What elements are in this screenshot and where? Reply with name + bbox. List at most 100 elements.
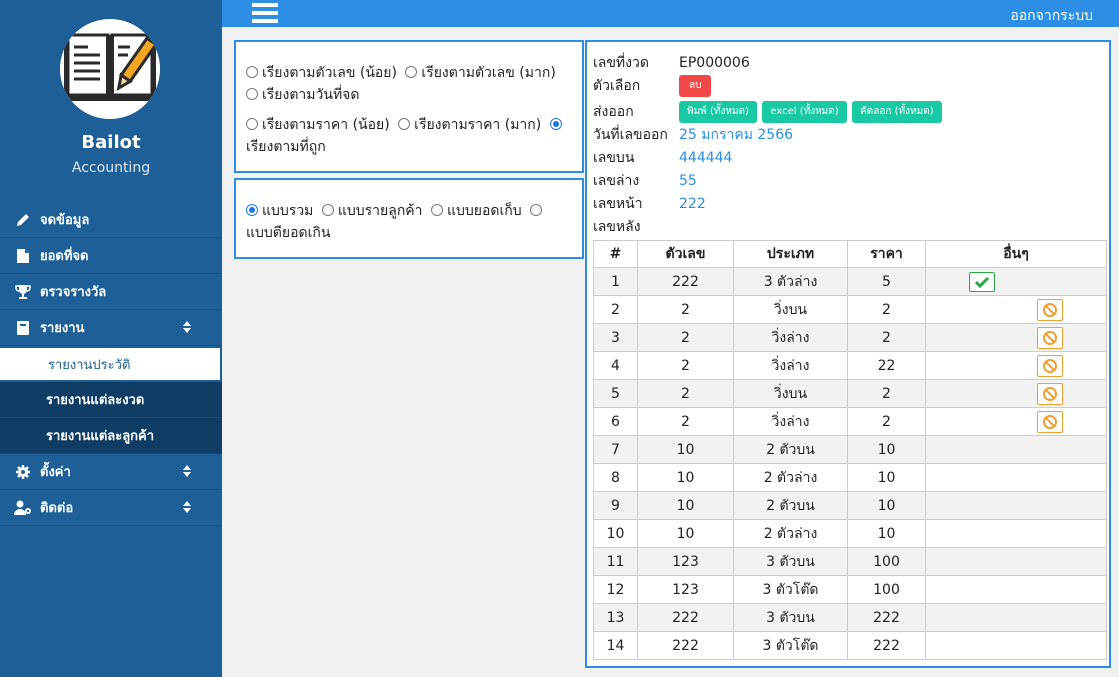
cell-type: 3 ตัวล่าง: [733, 267, 848, 296]
ban-icon[interactable]: [1037, 298, 1063, 321]
cell-number: 10: [637, 463, 734, 492]
cell-type: วิ่งบน: [733, 295, 848, 324]
ban-icon[interactable]: [1037, 382, 1063, 405]
cell-number: 222: [637, 267, 734, 296]
table-row: 5 2 วิ่งบน 2: [593, 379, 1107, 408]
radio-label: เรียงตามตัวเลข (น้อย): [262, 65, 397, 81]
sidebar-item-label: ติดต่อ: [40, 501, 74, 516]
submenu-label: รายงานแต่ละงวด: [46, 393, 145, 408]
cell-type: 2 ตัวล่าง: [733, 519, 848, 548]
table-row: 3 2 วิ่งล่าง 2: [593, 323, 1107, 352]
cell-type: วิ่งล่าง: [733, 407, 848, 436]
sort-radio-date[interactable]: [246, 88, 258, 100]
cell-price: 10: [847, 491, 926, 520]
cell-type: 3 ตัวโต๊ด: [733, 631, 848, 660]
radio-label: เรียงตามตัวเลข (มาก): [421, 65, 556, 81]
sidebar-item-label: ยอดที่จด: [40, 249, 89, 264]
cell-type: 2 ตัวบน: [733, 491, 848, 520]
cell-number: 123: [637, 575, 734, 604]
copy-all-button[interactable]: คัดลอก (ทั้งหมด): [852, 101, 942, 123]
radio-label: เรียงตามที่ถูก: [246, 139, 326, 155]
ban-icon[interactable]: [1037, 354, 1063, 377]
period-detail-panel: เลขที่งวด EP000006 ตัวเลือก ลบ ส่งออก พิมพ์…: [585, 40, 1111, 668]
cell-index: 14: [593, 631, 638, 660]
view-radio-excess[interactable]: [530, 204, 543, 216]
cell-price: 10: [847, 463, 926, 492]
cell-type: วิ่งล่าง: [733, 351, 848, 380]
radio-label: เรียงตามราคา (มาก): [414, 117, 542, 133]
cell-number: 2: [637, 295, 734, 324]
cell-index: 1: [593, 267, 638, 296]
sort-options-panel: เรียงตามตัวเลข (น้อย) เรียงตามตัวเลข (มา…: [234, 40, 584, 173]
print-all-button[interactable]: พิมพ์ (ทั้งหมด): [679, 101, 757, 123]
cell-action: [925, 351, 1107, 380]
cell-action: [925, 547, 1107, 576]
cell-price: 22: [847, 351, 926, 380]
view-radio-kept[interactable]: [430, 204, 443, 216]
cell-price: 2: [847, 407, 926, 436]
sort-radio-number-asc[interactable]: [246, 66, 258, 78]
sort-radio-price-asc[interactable]: [246, 118, 258, 130]
cell-number: 2: [637, 379, 734, 408]
radio-label: แบบยอดเก็บ: [446, 203, 522, 219]
brand-name: Bailot: [81, 132, 141, 153]
cell-number: 222: [637, 631, 734, 660]
cell-number: 10: [637, 435, 734, 464]
table-row: 8 10 2 ตัวล่าง 10: [593, 463, 1107, 492]
cell-type: 3 ตัวบน: [733, 547, 848, 576]
sidebar-item-recorded[interactable]: ยอดที่จด: [0, 238, 222, 274]
table-row: 14 222 3 ตัวโต๊ด 222: [593, 631, 1107, 660]
ban-icon[interactable]: [1037, 326, 1063, 349]
gear-icon: [14, 463, 32, 481]
view-radio-combined[interactable]: [246, 204, 258, 216]
delete-button[interactable]: ลบ: [679, 75, 712, 97]
book-icon: [14, 319, 32, 337]
excel-all-button[interactable]: excel (ทั้งหมด): [762, 101, 847, 123]
sort-radio-number-desc[interactable]: [405, 66, 418, 78]
cell-type: 2 ตัวล่าง: [733, 463, 848, 492]
bottom-number-value: 55: [679, 173, 697, 189]
sidebar-menu: จดข้อมูล ยอดที่จด ตรวจรางวัล รายงาน รายง…: [0, 202, 222, 526]
period-value: EP000006: [679, 55, 750, 71]
view-radio-per-customer[interactable]: [321, 204, 334, 216]
sort-radio-correct[interactable]: [549, 118, 562, 130]
col-header-other: อื่นๆ: [925, 240, 1107, 268]
cell-index: 12: [593, 575, 638, 604]
cell-price: 100: [847, 575, 926, 604]
top-number-label: เลขบน: [593, 150, 635, 166]
sort-radio-price-desc[interactable]: [398, 118, 411, 130]
table-row: 9 10 2 ตัวบน 10: [593, 491, 1107, 520]
col-header-index: #: [593, 240, 638, 268]
cell-number: 10: [637, 491, 734, 520]
submenu-label: รายงานประวัติ: [48, 357, 131, 373]
sidebar-item-contact[interactable]: ติดต่อ: [0, 490, 222, 526]
sidebar-subitem-customer-report[interactable]: รายงานแต่ละลูกค้า: [0, 418, 222, 454]
hamburger-menu-icon[interactable]: [252, 3, 278, 25]
cell-price: 2: [847, 295, 926, 324]
ban-icon[interactable]: [1037, 410, 1063, 433]
cell-action: [925, 295, 1107, 324]
sidebar-item-report[interactable]: รายงาน: [0, 310, 222, 346]
table-body: 1 222 3 ตัวล่าง 5 2 2 วิ่งบน 2 3 2 วิ่งล่าง 2 4 2 วิ่ง…: [593, 267, 1107, 660]
radio-label: เรียงตามราคา (น้อย): [262, 117, 390, 133]
table-row: 10 10 2 ตัวล่าง 10: [593, 519, 1107, 548]
back-number-label: เลขหลัง: [593, 219, 641, 235]
cell-index: 7: [593, 435, 638, 464]
table-row: 11 123 3 ตัวบน 100: [593, 547, 1107, 576]
logout-link[interactable]: ออกจากระบบ: [1010, 5, 1093, 27]
check-icon[interactable]: [969, 271, 995, 292]
table-row: 13 222 3 ตัวบน 222: [593, 603, 1107, 632]
sidebar-item-check-prize[interactable]: ตรวจรางวัล: [0, 274, 222, 310]
bottom-number-label: เลขล่าง: [593, 173, 640, 189]
user-cog-icon: [14, 499, 32, 517]
sidebar-item-settings[interactable]: ตั้งค่า: [0, 454, 222, 490]
cell-index: 5: [593, 379, 638, 408]
submenu-label: รายงานแต่ละลูกค้า: [46, 429, 155, 444]
table-row: 4 2 วิ่งล่าง 22: [593, 351, 1107, 380]
draw-date-value: 25 มกราคม 2566: [679, 127, 794, 143]
sidebar-subitem-history-report[interactable]: รายงานประวัติ: [0, 346, 222, 382]
cell-index: 10: [593, 519, 638, 548]
sidebar-item-record[interactable]: จดข้อมูล: [0, 202, 222, 238]
table-row: 12 123 3 ตัวโต๊ด 100: [593, 575, 1107, 604]
sidebar-subitem-period-report[interactable]: รายงานแต่ละงวด: [0, 382, 222, 418]
